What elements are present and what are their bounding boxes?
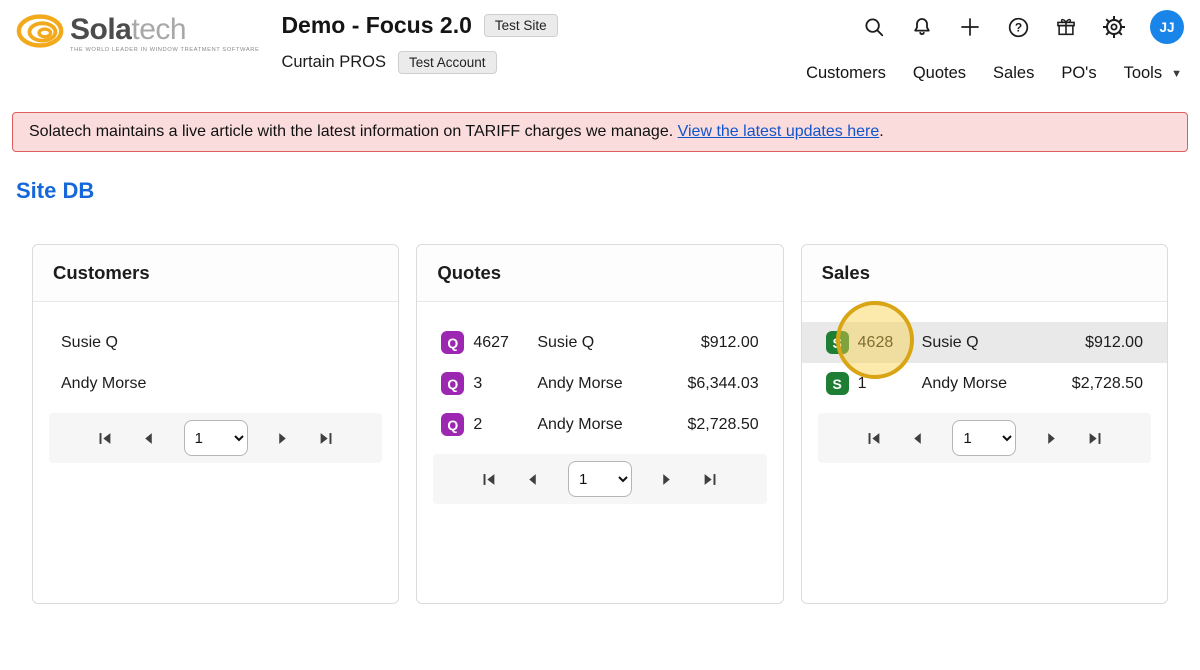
nav-item-quotes[interactable]: Quotes <box>913 64 966 83</box>
alert-link[interactable]: View the latest updates here <box>678 123 880 140</box>
search-icon[interactable] <box>862 15 886 39</box>
nav-item-tools-label: Tools <box>1124 64 1163 83</box>
test-account-badge: Test Account <box>398 51 497 74</box>
gift-icon[interactable] <box>1054 15 1078 39</box>
nav-item-customers[interactable]: Customers <box>806 64 886 83</box>
prev-page-button[interactable] <box>525 471 541 487</box>
alert-suffix: . <box>879 123 883 140</box>
add-icon[interactable] <box>958 15 982 39</box>
last-page-button[interactable] <box>318 430 334 446</box>
customers-card: Customers Susie Q Andy Morse 1 <box>32 244 399 604</box>
notifications-icon[interactable] <box>910 15 934 39</box>
customer-row[interactable]: Susie Q <box>33 322 398 363</box>
tariff-alert-banner: Solatech maintains a live article with t… <box>12 112 1188 152</box>
quote-row[interactable]: Q 4627 Susie Q $912.00 <box>417 322 782 363</box>
quote-row[interactable]: Q 2 Andy Morse $2,728.50 <box>417 404 782 445</box>
prev-page-button[interactable] <box>909 430 925 446</box>
account-name: Curtain PROS <box>281 53 386 72</box>
solatech-logo[interactable]: Solatech THE WORLD LEADER IN WINDOW TREA… <box>16 10 259 57</box>
quote-row[interactable]: Q 3 Andy Morse $6,344.03 <box>417 363 782 404</box>
sale-customer: Andy Morse <box>922 375 1064 393</box>
quote-amount: $2,728.50 <box>687 416 758 434</box>
nav-item-pos[interactable]: PO's <box>1061 64 1096 83</box>
customers-pagination: 1 <box>49 413 382 463</box>
customer-name: Andy Morse <box>61 375 146 393</box>
quote-amount: $912.00 <box>701 334 759 352</box>
quote-customer: Andy Morse <box>537 416 679 434</box>
customer-row[interactable]: Andy Morse <box>33 363 398 404</box>
sale-id: 4628 <box>858 334 914 352</box>
nav-item-tools[interactable]: Tools ▼ <box>1124 64 1182 83</box>
sales-card: Sales S 4628 Susie Q $912.00 S 1 Andy Mo… <box>801 244 1168 604</box>
next-page-button[interactable] <box>1043 430 1059 446</box>
last-page-button[interactable] <box>702 471 718 487</box>
sale-row[interactable]: S 1 Andy Morse $2,728.50 <box>802 363 1167 404</box>
header-right: ? <box>806 10 1184 83</box>
quote-id: 4627 <box>473 334 529 352</box>
sale-icon: S <box>826 372 849 395</box>
brand-secondary: tech <box>131 13 186 46</box>
main-nav: Customers Quotes Sales PO's Tools ▼ <box>806 64 1184 83</box>
first-page-button[interactable] <box>98 430 114 446</box>
app-screen: Solatech THE WORLD LEADER IN WINDOW TREA… <box>0 0 1200 670</box>
next-page-button[interactable] <box>659 471 675 487</box>
quote-customer: Susie Q <box>537 334 692 352</box>
quote-icon: Q <box>441 331 464 354</box>
customer-name: Susie Q <box>61 334 118 352</box>
quote-id: 2 <box>473 416 529 434</box>
sale-id: 1 <box>858 375 914 393</box>
quotes-pagination: 1 <box>433 454 766 504</box>
quotes-card: Quotes Q 4627 Susie Q $912.00 Q 3 Andy M… <box>416 244 783 604</box>
app-title: Demo - Focus 2.0 <box>281 12 471 39</box>
logo-text: Solatech THE WORLD LEADER IN WINDOW TREA… <box>70 14 259 54</box>
solatech-swirl-icon <box>16 10 66 57</box>
sale-icon: S <box>826 331 849 354</box>
svg-text:?: ? <box>1014 20 1021 34</box>
dashboard-cards: Customers Susie Q Andy Morse 1 Quote <box>32 244 1168 604</box>
header-icon-row: ? <box>862 10 1184 44</box>
page-select[interactable]: 1 <box>184 420 248 456</box>
sale-row-selected[interactable]: S 4628 Susie Q $912.00 <box>802 322 1167 363</box>
quotes-card-title: Quotes <box>417 245 782 302</box>
last-page-button[interactable] <box>1086 430 1102 446</box>
page-select[interactable]: 1 <box>952 420 1016 456</box>
nav-item-sales[interactable]: Sales <box>993 64 1034 83</box>
prev-page-button[interactable] <box>141 430 157 446</box>
quote-id: 3 <box>473 375 529 393</box>
sale-customer: Susie Q <box>922 334 1077 352</box>
customers-card-title: Customers <box>33 245 398 302</box>
quote-icon: Q <box>441 413 464 436</box>
quote-amount: $6,344.03 <box>687 375 758 393</box>
sales-card-title: Sales <box>802 245 1167 302</box>
logo-tagline: THE WORLD LEADER IN WINDOW TREATMENT SOF… <box>70 47 259 53</box>
sale-amount: $912.00 <box>1085 334 1143 352</box>
page-title: Site DB <box>16 178 1200 204</box>
settings-icon[interactable] <box>1102 15 1126 39</box>
title-block: Demo - Focus 2.0 Test Site Curtain PROS … <box>281 10 557 74</box>
first-page-button[interactable] <box>866 430 882 446</box>
first-page-button[interactable] <box>482 471 498 487</box>
chevron-down-icon: ▼ <box>1171 68 1182 80</box>
user-avatar[interactable]: JJ <box>1150 10 1184 44</box>
test-site-badge: Test Site <box>484 14 558 37</box>
quote-customer: Andy Morse <box>537 375 679 393</box>
next-page-button[interactable] <box>275 430 291 446</box>
page-select[interactable]: 1 <box>568 461 632 497</box>
app-header: Solatech THE WORLD LEADER IN WINDOW TREA… <box>0 0 1200 100</box>
quote-icon: Q <box>441 372 464 395</box>
brand-primary: Sola <box>70 13 131 46</box>
alert-text: Solatech maintains a live article with t… <box>29 123 673 140</box>
sales-pagination: 1 <box>818 413 1151 463</box>
sale-amount: $2,728.50 <box>1072 375 1143 393</box>
help-icon[interactable]: ? <box>1006 15 1030 39</box>
